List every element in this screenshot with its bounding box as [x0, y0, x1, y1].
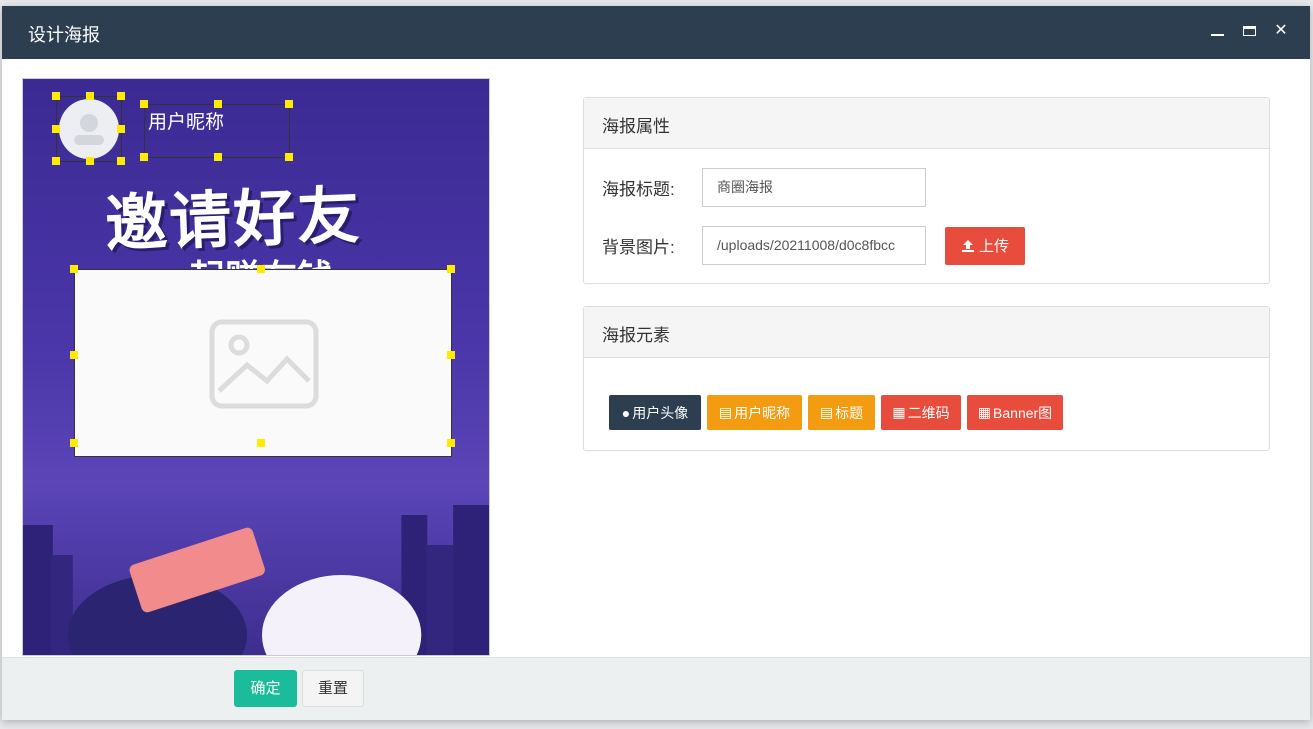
resize-handle[interactable] — [257, 265, 265, 273]
resize-handle[interactable] — [447, 265, 455, 273]
button-label: 二维码 — [907, 404, 950, 421]
user-icon: ● — [621, 404, 631, 421]
maximize-button[interactable] — [1240, 20, 1258, 42]
file-icon: ▤ — [819, 404, 834, 420]
image-placeholder-icon — [209, 319, 319, 409]
qrcode-icon: ▦ — [892, 404, 906, 420]
resize-handle[interactable] — [70, 439, 78, 447]
design-poster-dialog: 设计海报 ✕ 邀请好友 一起赚在钱 — [2, 6, 1310, 720]
background-image-label: 背景图片: — [602, 238, 675, 257]
poster-properties-panel: 海报属性 海报标题: 商圈海报 背景图片: /uploads/20211008/… — [583, 97, 1270, 284]
resize-handle[interactable] — [447, 439, 455, 447]
button-label: 用户头像 — [632, 404, 689, 421]
resize-handle[interactable] — [447, 351, 455, 359]
resize-handle[interactable] — [70, 265, 78, 273]
resize-handle[interactable] — [214, 100, 222, 108]
confirm-button[interactable]: 确定 — [234, 670, 297, 707]
panel-title: 海报属性 — [584, 98, 1269, 149]
resize-handle[interactable] — [140, 100, 148, 108]
poster-title-row: 海报标题: 商圈海报 — [602, 168, 926, 207]
button-label: 用户昵称 — [734, 404, 791, 421]
nickname-element[interactable]: 用户昵称 — [140, 100, 293, 161]
resize-handle[interactable] — [285, 153, 293, 161]
resize-handle[interactable] — [117, 92, 125, 100]
button-label: Banner图 — [993, 404, 1053, 421]
background-image-row: 背景图片: /uploads/20211008/d0c8fbcc 上传 — [602, 226, 1025, 265]
file-icon: ▤ — [718, 404, 733, 420]
resize-handle[interactable] — [285, 100, 293, 108]
minimize-icon — [1210, 34, 1224, 36]
panel-title: 海报元素 — [584, 307, 1269, 358]
add-title-button[interactable]: ▤ 标题 — [808, 395, 875, 430]
nickname-text: 用户昵称 — [148, 112, 225, 133]
upload-icon — [961, 239, 974, 252]
resize-handle[interactable] — [52, 125, 60, 133]
minimize-button[interactable] — [1208, 20, 1226, 42]
dialog-title: 设计海报 — [28, 25, 100, 45]
add-banner-button[interactable]: ▦ Banner图 — [967, 395, 1063, 430]
dialog-titlebar: 设计海报 ✕ — [2, 6, 1310, 59]
resize-handle[interactable] — [70, 351, 78, 359]
avatar-element[interactable] — [52, 92, 125, 165]
upload-button[interactable]: 上传 — [945, 226, 1025, 265]
upload-label: 上传 — [978, 238, 1009, 255]
close-button[interactable]: ✕ — [1272, 20, 1290, 42]
button-label: 标题 — [835, 404, 864, 421]
resize-handle[interactable] — [117, 157, 125, 165]
reset-button[interactable]: 重置 — [302, 670, 364, 707]
avatar-placeholder — [59, 99, 119, 159]
user-silhouette-icon — [74, 114, 104, 145]
add-nickname-button[interactable]: ▤ 用户昵称 — [707, 395, 802, 430]
poster-title-input[interactable]: 商圈海报 — [702, 168, 926, 207]
qrcode-icon: ▦ — [977, 404, 992, 420]
dialog-footer: 确定 重置 — [2, 657, 1310, 720]
maximize-icon — [1242, 26, 1256, 36]
resize-handle[interactable] — [257, 439, 265, 447]
banner-image-element[interactable] — [70, 265, 455, 457]
resize-handle[interactable] — [140, 153, 148, 161]
poster-elements-panel: 海报元素 ● 用户头像 ▤ 用户昵称 ▤ 标题 ▦ 二维码 ▦ Banner图 — [583, 306, 1270, 451]
background-image-input[interactable]: /uploads/20211008/d0c8fbcc — [702, 226, 926, 265]
resize-handle[interactable] — [52, 157, 60, 165]
resize-handle[interactable] — [86, 92, 94, 100]
close-icon: ✕ — [1274, 22, 1288, 39]
poster-canvas: 邀请好友 一起赚在钱 用户昵称 — [22, 78, 490, 656]
resize-handle[interactable] — [86, 157, 94, 165]
resize-handle[interactable] — [117, 125, 125, 133]
resize-handle[interactable] — [214, 153, 222, 161]
add-qrcode-button[interactable]: ▦ 二维码 — [881, 395, 961, 430]
add-avatar-button[interactable]: ● 用户头像 — [609, 395, 701, 430]
resize-handle[interactable] — [52, 92, 60, 100]
poster-title-label: 海报标题: — [602, 180, 675, 199]
city-skyline-illustration — [23, 505, 489, 655]
